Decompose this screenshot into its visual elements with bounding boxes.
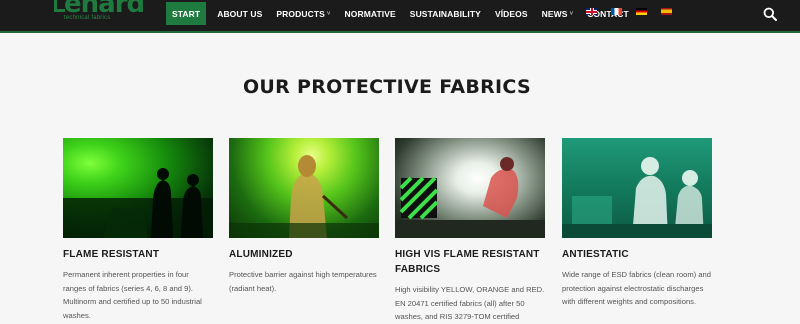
aluminized-suit-image[interactable] xyxy=(229,138,379,238)
nav-about-us-label: ABOUT US xyxy=(217,8,263,19)
nav-products-label: PRODUCTS xyxy=(276,8,325,19)
fabric-card-high-vis[interactable]: HIGH VIS FLAME RESISTANT FABRICS High vi… xyxy=(395,138,545,324)
card-description: Protective barrier against high temperat… xyxy=(229,270,377,293)
nav-normative-label: NORMATIVE xyxy=(344,8,396,19)
nav-news-label: NEWS xyxy=(541,8,568,19)
card-title: ANTIESTATIC xyxy=(562,249,629,260)
search-icon[interactable] xyxy=(763,7,777,21)
france-flag-icon[interactable] xyxy=(611,8,622,15)
logo-subtitle: technical fabrics xyxy=(64,15,111,21)
foundry-workers-image[interactable] xyxy=(63,138,213,238)
card-description: Wide range of ESD fabrics (clean room) a… xyxy=(562,270,711,306)
foundry-scene xyxy=(63,168,213,238)
nav-sustainability-label: SUSTAINABILITY xyxy=(409,8,481,19)
chevron-down-icon: ˅ xyxy=(569,10,574,17)
nav-about-us[interactable]: ABOUT US xyxy=(210,2,269,25)
spain-flag-icon[interactable] xyxy=(661,8,672,15)
fabric-card-antiestatic[interactable]: ANTIESTATIC Wide range of ESD fabrics (c… xyxy=(562,138,712,309)
card-title: FLAME RESISTANT xyxy=(63,249,160,260)
lenard-logo[interactable]: enard technical fabrics xyxy=(54,0,145,29)
language-switcher xyxy=(586,8,672,15)
nav-sustainability[interactable]: SUSTAINABILITY xyxy=(403,2,488,25)
card-description: Permanent inherent properties in four ra… xyxy=(63,270,202,320)
fabric-card-aluminized[interactable]: ALUMINIZED Protective barrier against hi… xyxy=(229,138,379,295)
card-title: HIGH VIS FLAME RESISTANT FABRICS xyxy=(395,249,540,275)
welding-scene xyxy=(395,157,545,238)
card-title: ALUMINIZED xyxy=(229,249,293,260)
top-navigation-bar: enard technical fabrics START ABOUT US P… xyxy=(0,0,800,33)
clean-room-lab-image[interactable] xyxy=(562,138,712,238)
nav-start-label: START xyxy=(172,8,201,19)
nav-videos[interactable]: VÍDEOS xyxy=(488,2,535,25)
germany-flag-icon[interactable] xyxy=(636,8,647,15)
nav-normative[interactable]: NORMATIVE xyxy=(338,2,403,25)
nav-start[interactable]: START xyxy=(166,2,207,25)
chevron-down-icon: ˅ xyxy=(326,10,331,17)
main-menu: START ABOUT US PRODUCTS ˅ NORMATIVE SUSTA… xyxy=(166,2,636,25)
aluminized-scene xyxy=(229,155,379,238)
fabric-card-flame-resistant[interactable]: FLAME RESISTANT Permanent inherent prope… xyxy=(63,138,213,322)
lab-scene xyxy=(562,157,712,238)
nav-news[interactable]: NEWS ˅ xyxy=(535,2,581,25)
nav-videos-label: VÍDEOS xyxy=(494,8,528,19)
card-description: High visibility YELLOW, ORANGE and RED. … xyxy=(395,285,545,321)
nav-products[interactable]: PRODUCTS ˅ xyxy=(269,2,337,25)
uk-flag-icon[interactable] xyxy=(586,8,597,15)
page-title: OUR PROTECTIVE FABRICS xyxy=(242,76,531,98)
welder-high-vis-image[interactable] xyxy=(395,138,545,238)
